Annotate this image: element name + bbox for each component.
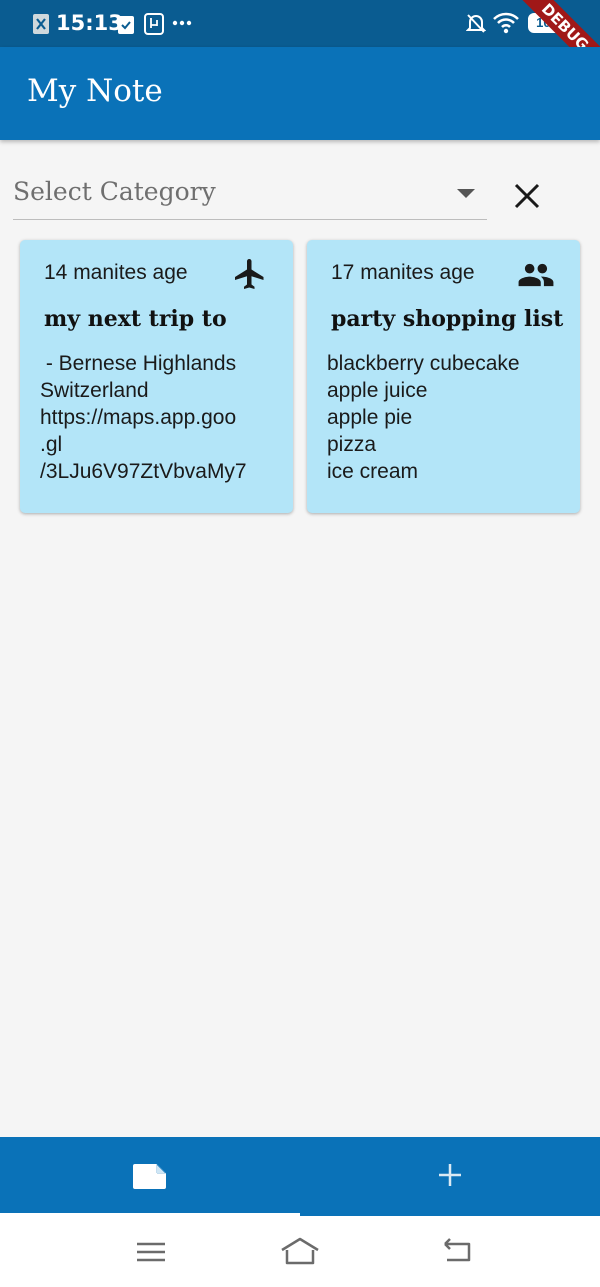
note-body-line: /3LJu6V97ZtVbvaMy7 (40, 460, 247, 483)
dropdown-arrow-icon (457, 189, 475, 198)
note-time: 17 manites age (331, 261, 475, 284)
mute-bell-icon (466, 14, 486, 33)
category-placeholder: Select Category (13, 177, 216, 206)
people-icon (518, 263, 554, 287)
note-body-line: https://maps.app.goo (40, 406, 237, 429)
menu-icon[interactable] (131, 1236, 171, 1268)
airplane-icon (235, 259, 264, 289)
note-icon (133, 1164, 166, 1189)
note-body-line: apple pie (327, 406, 413, 429)
clear-filter-close-icon[interactable] (506, 175, 548, 217)
note-body-line: .gl (40, 433, 63, 456)
note-body-line: blackberry cubecake (327, 352, 520, 375)
note-body-line: Switzerland (40, 379, 149, 402)
back-icon[interactable] (437, 1236, 477, 1268)
excel-notification-icon (33, 14, 49, 34)
usb-debug-icon (144, 13, 164, 35)
note-card[interactable]: 14 manites age my next trip to - Bernese… (20, 240, 293, 513)
nav-notes-tab[interactable] (0, 1137, 300, 1216)
note-body-line: - Bernese Highlands (40, 352, 237, 375)
note-body: - Bernese Highlands Switzerland https://… (40, 350, 247, 485)
app-bar: My Note (0, 47, 600, 140)
add-icon (439, 1164, 461, 1186)
app-title: My Note (27, 73, 163, 109)
note-card[interactable]: 17 manites age party shopping list black… (307, 240, 580, 513)
system-navigation-bar (0, 1216, 600, 1287)
note-body: blackberry cubecake apple juice apple pi… (327, 350, 520, 485)
nav-add-note-tab[interactable] (300, 1137, 600, 1216)
note-time: 14 manites age (44, 261, 188, 284)
home-icon[interactable] (280, 1236, 320, 1268)
bottom-navigation (0, 1137, 600, 1216)
note-body-line: pizza (327, 433, 377, 456)
status-bar: 15:13 100 DEBUG (0, 0, 600, 81)
note-body-line: ice cream (327, 460, 419, 483)
wifi-icon (493, 12, 519, 34)
clipboard-check-icon (118, 16, 134, 34)
category-dropdown[interactable]: Select Category (13, 165, 487, 220)
status-time: 15:13 (56, 11, 123, 35)
note-body-line: apple juice (327, 379, 428, 402)
more-notifications-icon (172, 20, 192, 26)
note-title: party shopping list (331, 306, 564, 332)
note-title: my next trip to (44, 306, 227, 332)
